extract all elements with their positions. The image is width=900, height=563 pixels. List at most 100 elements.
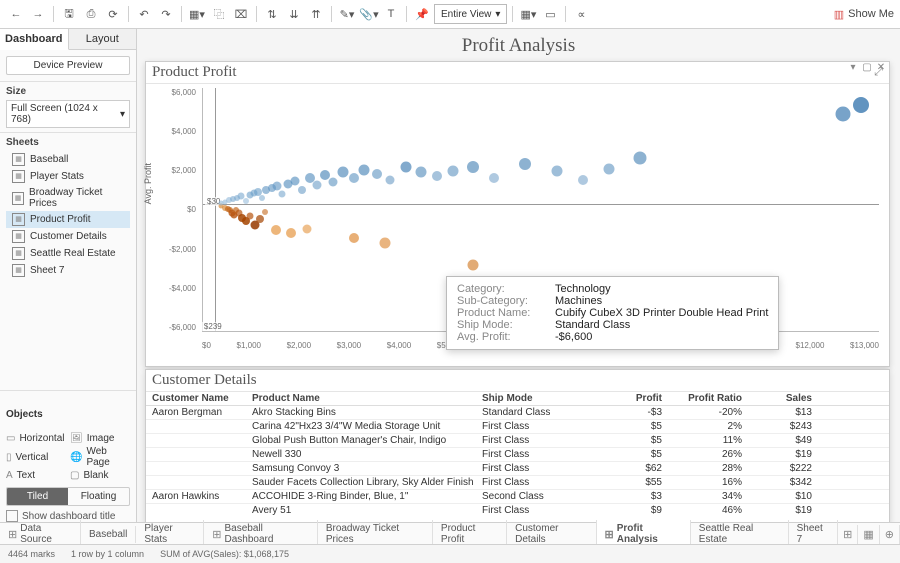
data-point[interactable] — [447, 165, 458, 176]
new-tab-icon[interactable]: ⊕ — [880, 525, 900, 544]
sort-desc-icon[interactable]: ⇈ — [306, 4, 326, 24]
data-point[interactable] — [372, 169, 382, 179]
data-point[interactable] — [262, 209, 268, 215]
data-point[interactable] — [853, 97, 869, 113]
data-point[interactable] — [349, 233, 359, 243]
new-tab-icon[interactable]: ⊞ — [838, 525, 858, 544]
close-icon[interactable]: ✕ — [875, 62, 887, 74]
data-point[interactable] — [256, 215, 264, 223]
sidebar-sheet-item[interactable]: ▦Customer Details — [6, 228, 130, 245]
y-axis-label: Avg. Profit — [143, 163, 153, 204]
data-point[interactable] — [835, 107, 850, 122]
duplicate-icon[interactable]: ⿻ — [209, 4, 229, 24]
data-point[interactable] — [259, 195, 265, 201]
new-tab-icon[interactable]: ▦ — [858, 525, 879, 544]
share-icon[interactable]: ∝ — [571, 4, 591, 24]
scatter-chart[interactable]: Avg. Profit $6,000$4,000$2,000$0-$2,000-… — [146, 84, 889, 356]
device-preview-button[interactable]: Device Preview — [6, 56, 130, 75]
save-icon[interactable]: 🖫 — [59, 4, 79, 24]
swap-icon[interactable]: ⇅ — [262, 4, 282, 24]
data-point[interactable] — [519, 158, 531, 170]
new-data-icon[interactable]: ⎙ — [81, 4, 101, 24]
data-point[interactable] — [578, 175, 588, 185]
refresh-icon[interactable]: ⟳ — [103, 4, 123, 24]
data-point[interactable] — [551, 165, 562, 176]
label-icon[interactable]: T — [381, 4, 401, 24]
table-row[interactable]: Aaron BergmanAkro Stacking BinsStandard … — [146, 406, 889, 420]
data-point[interactable] — [279, 191, 286, 198]
data-point[interactable] — [271, 225, 281, 235]
tab-dashboard[interactable]: Dashboard — [0, 29, 69, 50]
sheets-label: Sheets — [6, 137, 130, 148]
sidebar-sheet-item[interactable]: ▦Broadway Ticket Prices — [6, 185, 130, 211]
data-point[interactable] — [432, 171, 442, 181]
customer-details-card: Customer Details Customer NameProduct Na… — [145, 369, 890, 524]
sidebar-sheet-item[interactable]: ▦Product Profit — [6, 211, 130, 228]
data-point[interactable] — [298, 186, 306, 194]
back-icon[interactable]: ← — [6, 4, 26, 24]
sidebar-sheet-item[interactable]: ▦Player Stats — [6, 168, 130, 185]
table-row[interactable]: Newell 330First Class$526%$19 — [146, 448, 889, 462]
data-point[interactable] — [400, 162, 411, 173]
data-point[interactable] — [359, 164, 370, 175]
chevron-down-icon: ▾ — [495, 9, 500, 20]
data-point[interactable] — [329, 177, 338, 186]
data-point[interactable] — [313, 181, 322, 190]
data-point[interactable] — [386, 175, 395, 184]
redo-icon[interactable]: ↷ — [156, 4, 176, 24]
data-point[interactable] — [338, 167, 349, 178]
data-point[interactable] — [489, 173, 499, 183]
maximize-icon[interactable]: ▢ — [861, 62, 873, 74]
data-point[interactable] — [272, 182, 281, 191]
tiled-floating-toggle[interactable]: Tiled Floating — [6, 487, 130, 506]
table-row[interactable]: Samsung Convoy 3First Class$6228%$222 — [146, 462, 889, 476]
data-point[interactable] — [286, 228, 296, 238]
sidebar-sheet-item[interactable]: ▦Sheet 7 — [6, 262, 130, 279]
undo-icon[interactable]: ↶ — [134, 4, 154, 24]
data-point[interactable] — [380, 237, 391, 248]
tab-layout[interactable]: Layout — [69, 29, 137, 50]
group-icon[interactable]: 📎▾ — [359, 4, 379, 24]
table-row[interactable]: Carina 42"Hx23 3/4"W Media Storage UnitF… — [146, 420, 889, 434]
data-point[interactable] — [243, 198, 249, 204]
pin-icon[interactable]: 📌 — [412, 4, 432, 24]
new-sheet-icon[interactable]: ▦▾ — [187, 4, 207, 24]
object-item[interactable]: 🌐Web Page — [70, 446, 130, 468]
object-item[interactable]: ▢Blank — [70, 470, 130, 481]
data-point[interactable] — [416, 166, 427, 177]
data-point[interactable] — [468, 260, 479, 271]
show-me-button[interactable]: ▥ Show Me — [834, 8, 894, 21]
fit-selector[interactable]: Entire View▾ — [434, 4, 507, 24]
ref-line-label: $239 — [202, 322, 224, 331]
data-point[interactable] — [349, 173, 359, 183]
data-point[interactable] — [246, 212, 253, 219]
object-item[interactable]: AText — [6, 470, 66, 481]
table-row[interactable]: Sauder Facets Collection Library, Sky Al… — [146, 476, 889, 490]
minimize-icon[interactable]: ▾ — [847, 62, 859, 74]
product-profit-card: ▾ ▢ ✕ Product Profit ⤢ Avg. Profit $6,00… — [145, 61, 890, 367]
object-item[interactable]: 🖼Image — [70, 433, 130, 444]
sidebar-sheet-item[interactable]: ▦Baseball — [6, 151, 130, 168]
size-selector[interactable]: Full Screen (1024 x 768)▾ — [6, 100, 130, 128]
table-row[interactable]: Global Push Button Manager's Chair, Indi… — [146, 434, 889, 448]
sheet-tab[interactable]: Baseball — [81, 526, 136, 543]
table-row[interactable]: Aaron HawkinsACCOHIDE 3-Ring Binder, Blu… — [146, 490, 889, 504]
data-point[interactable] — [290, 177, 299, 186]
sort-asc-icon[interactable]: ⇊ — [284, 4, 304, 24]
presentation-icon[interactable]: ▭ — [540, 4, 560, 24]
data-point[interactable] — [603, 163, 614, 174]
object-item[interactable]: ▭Horizontal — [6, 433, 66, 444]
data-point[interactable] — [303, 225, 312, 234]
cards-icon[interactable]: ▦▾ — [518, 4, 538, 24]
sidebar-sheet-item[interactable]: ▦Seattle Real Estate — [6, 245, 130, 262]
show-me-icon: ▥ — [834, 8, 844, 21]
forward-icon[interactable]: → — [28, 4, 48, 24]
data-point[interactable] — [633, 152, 646, 165]
clear-icon[interactable]: ⌧ — [231, 4, 251, 24]
customer-table[interactable]: Customer NameProduct NameShip ModeProfit… — [146, 392, 889, 517]
data-point[interactable] — [467, 161, 479, 173]
highlight-icon[interactable]: ✎▾ — [337, 4, 357, 24]
main-toolbar: ← → 🖫 ⎙ ⟳ ↶ ↷ ▦▾ ⿻ ⌧ ⇅ ⇊ ⇈ ✎▾ 📎▾ T 📌 Ent… — [0, 0, 900, 29]
table-row[interactable]: Avery 51First Class$946%$19 — [146, 504, 889, 517]
object-item[interactable]: ▯Vertical — [6, 446, 66, 468]
